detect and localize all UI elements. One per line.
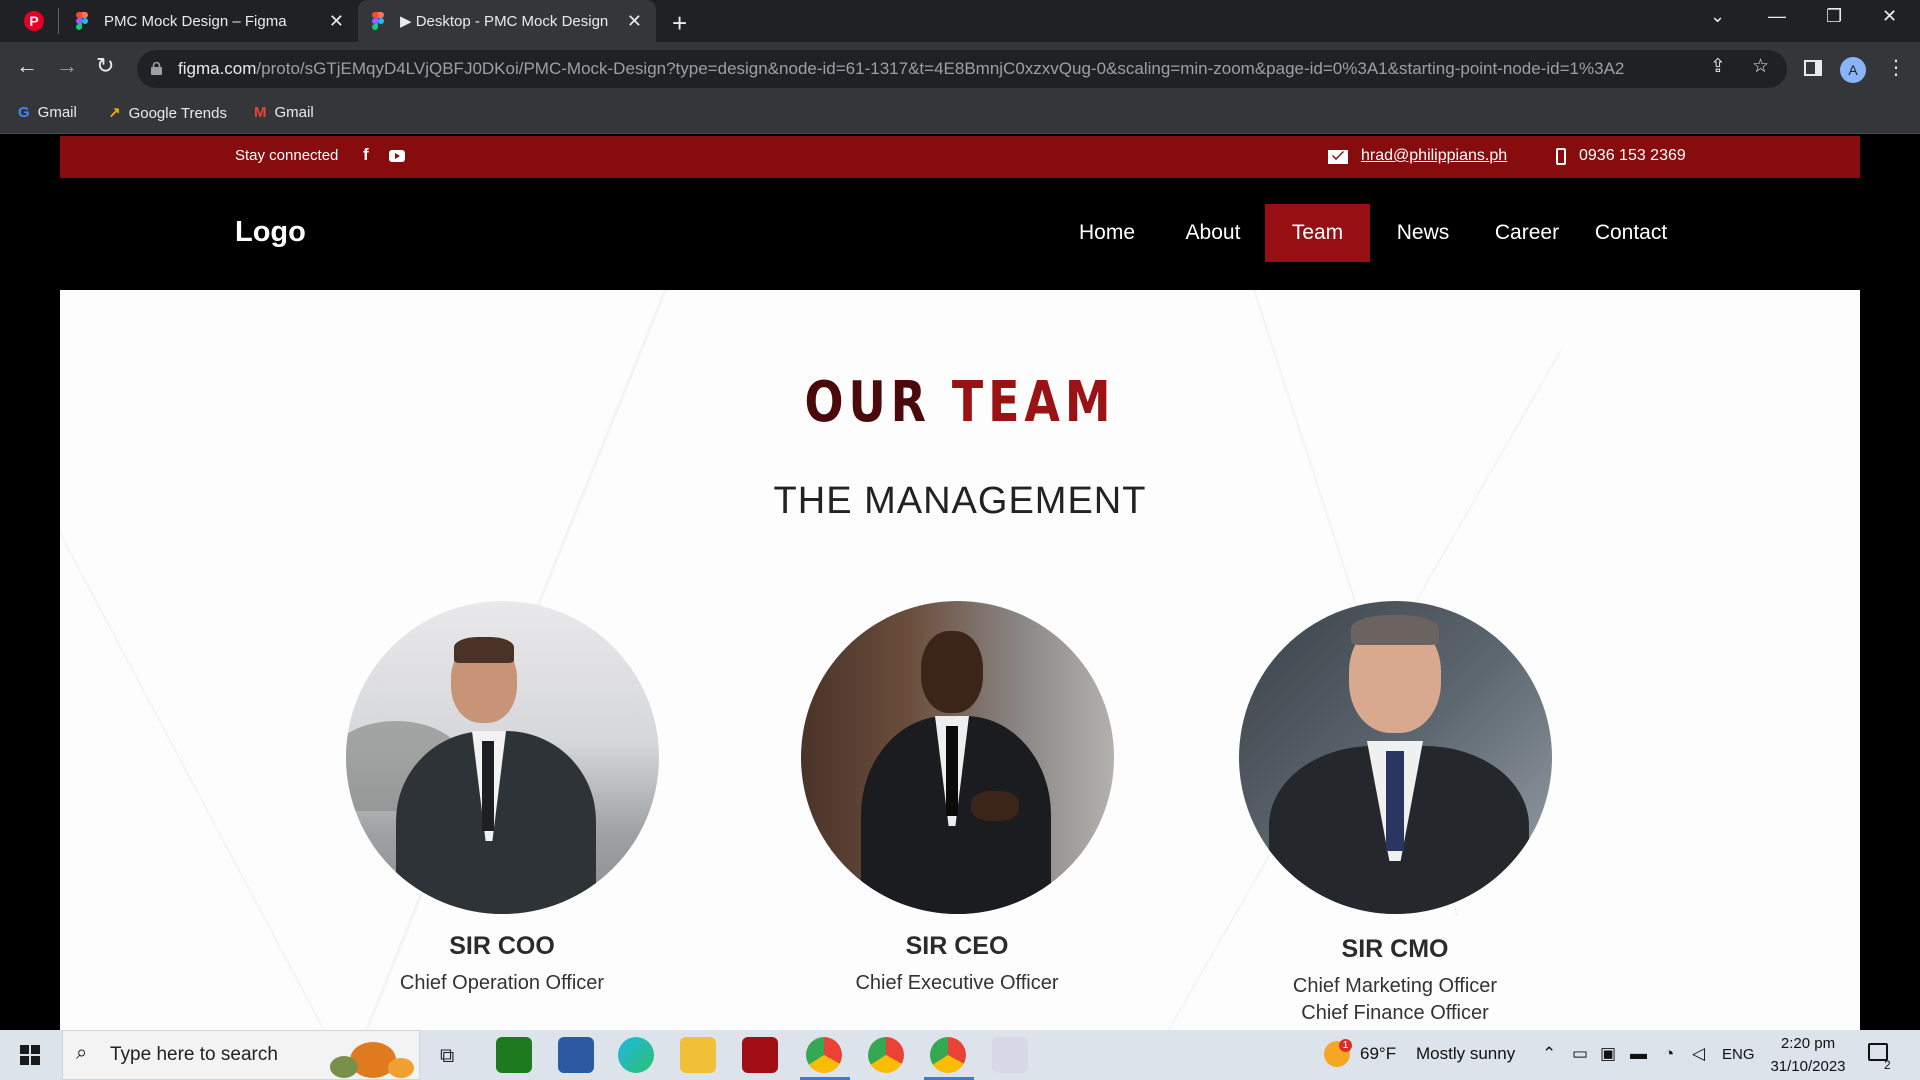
member-role-ceo: Chief Executive Officer bbox=[855, 972, 1059, 994]
trends-icon: ↗ bbox=[108, 105, 121, 122]
chrome-app-icon[interactable] bbox=[868, 1037, 904, 1073]
tab-figma-file[interactable]: PMC Mock Design – Figma ✕ bbox=[62, 0, 358, 42]
clock-date[interactable]: 31/10/2023 bbox=[1766, 1058, 1850, 1075]
share-icon[interactable]: ⇪ bbox=[1710, 55, 1726, 78]
clock-time[interactable]: 2:20 pm bbox=[1770, 1035, 1846, 1052]
restore-button[interactable]: ❐ bbox=[1826, 6, 1842, 27]
tab-figma-prototype[interactable]: ▶ Desktop - PMC Mock Design ✕ bbox=[358, 0, 656, 42]
bookmark-label: Gmail bbox=[274, 104, 314, 121]
lock-icon bbox=[151, 62, 162, 75]
nav-about[interactable]: About bbox=[1168, 204, 1258, 262]
google-icon: G bbox=[18, 104, 30, 121]
heading-word-team: TEAM bbox=[951, 370, 1116, 435]
url-path: /proto/sGTjEMqyD4LVjQBFJ0DKoi/PMC-Mock-D… bbox=[256, 59, 1625, 78]
tab-close-icon[interactable]: ✕ bbox=[627, 11, 642, 32]
nav-news[interactable]: News bbox=[1378, 204, 1468, 262]
tab-divider bbox=[58, 8, 59, 34]
phone-icon bbox=[1556, 148, 1566, 165]
meet-now-icon[interactable]: ▭ bbox=[1572, 1044, 1588, 1064]
weather-desc[interactable]: Mostly sunny bbox=[1416, 1044, 1515, 1064]
tab-title: PMC Mock Design – Figma bbox=[104, 12, 287, 30]
member-photo-coo bbox=[346, 601, 659, 914]
tab-title: ▶ Desktop - PMC Mock Design bbox=[400, 13, 609, 30]
file-explorer-icon[interactable] bbox=[680, 1037, 716, 1073]
new-tab-button[interactable]: + bbox=[672, 8, 687, 39]
member-name-cmo: SIR CMO bbox=[1341, 935, 1449, 963]
figma-icon bbox=[76, 12, 94, 30]
store-app-icon[interactable] bbox=[558, 1037, 594, 1073]
tab-search-icon[interactable]: ⌄ bbox=[1710, 6, 1725, 27]
reload-icon[interactable]: ↻ bbox=[96, 53, 114, 79]
bookmark-label: Google Trends bbox=[128, 104, 227, 122]
volume-icon[interactable]: ◁ bbox=[1692, 1044, 1705, 1064]
page-heading: OUR TEAM bbox=[173, 370, 1747, 435]
chrome-app-icon[interactable] bbox=[806, 1037, 842, 1073]
member-photo-cmo bbox=[1239, 601, 1552, 914]
weather-badge: 1 bbox=[1339, 1039, 1352, 1052]
language-indicator[interactable]: ENG bbox=[1722, 1046, 1755, 1063]
bookmark-label: Gmail bbox=[37, 104, 77, 121]
email-link[interactable]: hrad@philippians.ph bbox=[1361, 147, 1507, 165]
member-role-cfo: Chief Finance Officer bbox=[1301, 1002, 1489, 1024]
bookmark-star-icon[interactable]: ☆ bbox=[1752, 55, 1769, 78]
member-name-ceo: SIR CEO bbox=[905, 932, 1009, 960]
battery-icon[interactable]: ▬ bbox=[1630, 1044, 1647, 1064]
nav-contact[interactable]: Contact bbox=[1586, 204, 1676, 262]
close-window-button[interactable]: ✕ bbox=[1882, 6, 1897, 27]
profile-avatar[interactable]: A bbox=[1840, 57, 1866, 83]
search-placeholder: Type here to search bbox=[110, 1044, 278, 1065]
minimize-button[interactable]: — bbox=[1768, 6, 1786, 27]
youtube-icon[interactable] bbox=[389, 150, 405, 162]
section-subheading: THE MANAGEMENT bbox=[773, 480, 1147, 522]
site-logo[interactable]: Logo bbox=[235, 216, 306, 249]
nav-home[interactable]: Home bbox=[1062, 204, 1152, 262]
back-arrow-icon[interactable]: ← bbox=[16, 53, 38, 79]
task-view-icon[interactable]: ⧉ bbox=[440, 1045, 454, 1068]
bookmark-gmail-2[interactable]: M Gmail bbox=[254, 104, 314, 121]
wifi-icon[interactable]: ◔ bbox=[1664, 1044, 1674, 1064]
facebook-icon[interactable]: f bbox=[363, 145, 369, 165]
url-host: figma.com bbox=[178, 59, 257, 78]
member-role-cmo: Chief Marketing Officer bbox=[1292, 975, 1498, 997]
member-role-coo: Chief Operation Officer bbox=[399, 972, 605, 994]
phone-number[interactable]: 0936 153 2369 bbox=[1579, 147, 1686, 165]
show-hidden-icons-icon[interactable]: ⌃ bbox=[1542, 1044, 1556, 1064]
member-photo-ceo bbox=[801, 601, 1114, 914]
email-icon bbox=[1328, 148, 1348, 164]
figma-icon bbox=[372, 12, 390, 30]
nav-team[interactable]: Team bbox=[1265, 204, 1370, 262]
tab-close-icon[interactable]: ✕ bbox=[329, 11, 344, 32]
windows-start-icon[interactable] bbox=[20, 1045, 40, 1065]
menu-kebab-icon[interactable]: ⋮ bbox=[1886, 55, 1906, 80]
stay-connected-label: Stay connected bbox=[235, 147, 339, 164]
bookmark-gmail-1[interactable]: G Gmail bbox=[18, 104, 77, 121]
search-icon: ⌕ bbox=[76, 1042, 88, 1064]
chrome-app-icon[interactable] bbox=[930, 1037, 966, 1073]
forward-arrow-icon[interactable]: → bbox=[56, 53, 78, 79]
url-text[interactable]: figma.com/proto/sGTjEMqyD4LVjQBFJ0DKoi/P… bbox=[178, 59, 1688, 79]
nav-career[interactable]: Career bbox=[1482, 204, 1572, 262]
pinterest-icon[interactable]: P bbox=[24, 11, 44, 31]
weather-temp[interactable]: 69°F bbox=[1360, 1044, 1396, 1064]
member-name-coo: SIR COO bbox=[449, 932, 555, 960]
notification-count: 2 bbox=[1884, 1058, 1891, 1072]
edge-app-icon[interactable] bbox=[618, 1037, 654, 1073]
gmail-icon: M bbox=[254, 104, 267, 121]
paint-app-icon[interactable] bbox=[992, 1037, 1028, 1073]
xbox-app-icon[interactable] bbox=[496, 1037, 532, 1073]
app-icon-red[interactable] bbox=[742, 1037, 778, 1073]
tray-app-icon[interactable]: ▣ bbox=[1600, 1044, 1616, 1064]
pumpkin-icon bbox=[330, 1040, 414, 1080]
side-panel-icon[interactable] bbox=[1804, 60, 1822, 76]
bookmark-google-trends[interactable]: ↗ Google Trends bbox=[108, 104, 227, 123]
heading-word-our: OUR bbox=[804, 370, 931, 435]
